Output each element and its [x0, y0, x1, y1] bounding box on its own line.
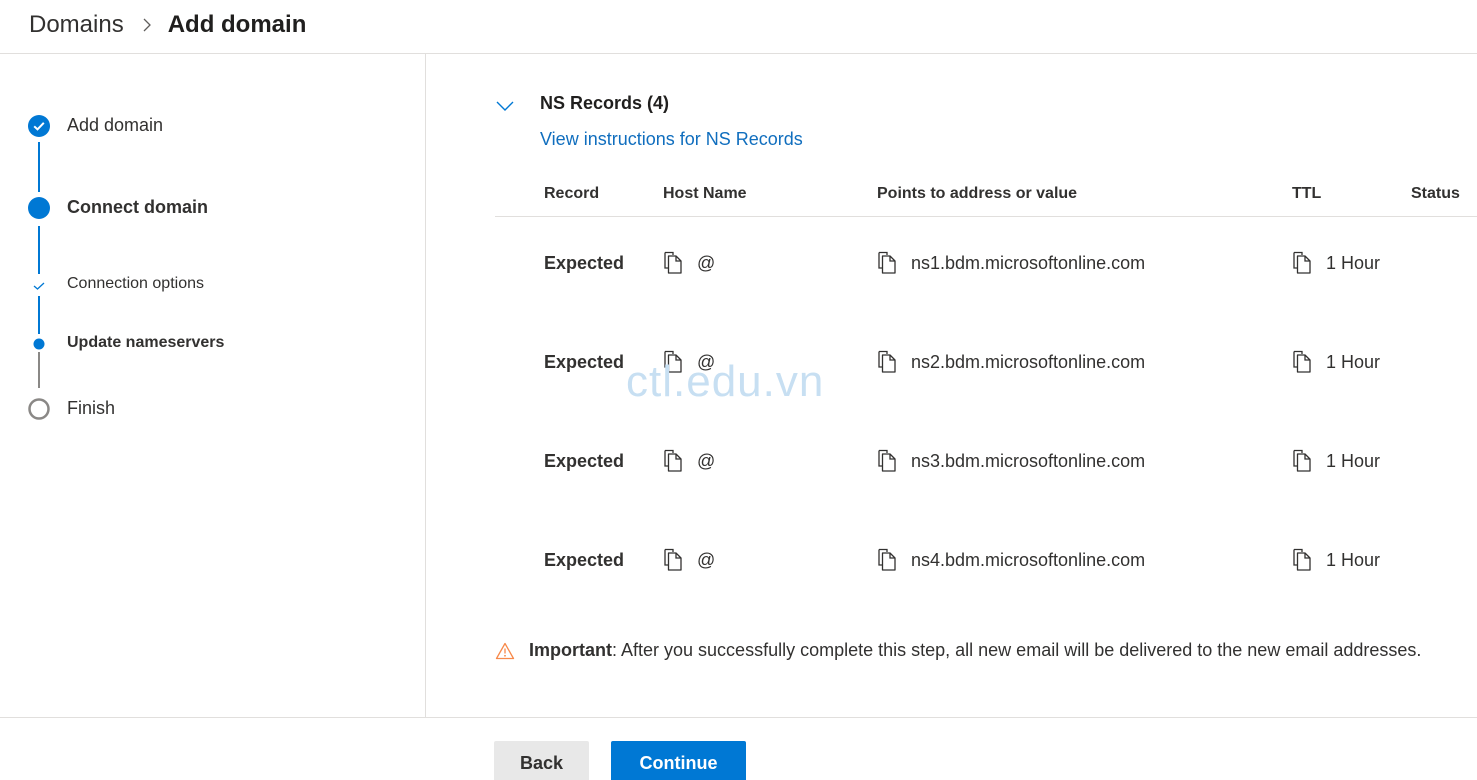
footer-divider	[0, 717, 1477, 718]
important-notice: Important: After you successfully comple…	[495, 640, 1421, 661]
table-row: Expected @ ns1.bdm.microsoftonline.com 1…	[495, 248, 1477, 347]
empty-circle-icon	[28, 398, 50, 420]
notice-label: Important	[529, 640, 612, 660]
check-circle-icon	[28, 115, 50, 137]
breadcrumb-domains-link[interactable]: Domains	[29, 11, 124, 39]
column-header-value: Points to address or value	[877, 185, 1078, 202]
cell-value-text: ns4.bdm.microsoftonline.com	[911, 549, 1146, 570]
cell-host-name: @	[663, 545, 715, 575]
cell-record-text: Expected	[544, 252, 625, 273]
step-connector	[38, 226, 40, 274]
cell-value-text: ns1.bdm.microsoftonline.com	[911, 252, 1146, 273]
cell-ttl: 1 Hour	[1292, 545, 1380, 575]
cell-record-text: Expected	[544, 351, 625, 372]
cell-host-name-text: @	[697, 549, 716, 570]
table-header: Record Host Name Points to address or va…	[495, 175, 1477, 217]
page-header: Domains Add domain	[0, 0, 1477, 54]
table-row: Expected @ ns3.bdm.microsoftonline.com 1…	[495, 446, 1477, 545]
copy-icon[interactable]	[663, 251, 685, 275]
column-header-ttl: TTL	[1292, 185, 1322, 202]
back-button[interactable]: Back	[494, 741, 589, 780]
cell-ttl-text: 1 Hour	[1326, 450, 1381, 471]
column-header-status: Status	[1411, 185, 1460, 202]
cell-record-text: Expected	[544, 549, 625, 570]
copy-icon[interactable]	[663, 548, 685, 572]
dot-icon	[33, 338, 45, 350]
cell-record: Expected	[544, 545, 624, 575]
step-connector	[38, 296, 40, 334]
chevron-down-icon[interactable]	[495, 99, 515, 113]
cell-host-name: @	[663, 347, 715, 377]
step-connector	[38, 352, 40, 388]
cell-ttl-text: 1 Hour	[1326, 549, 1381, 570]
cell-value: ns2.bdm.microsoftonline.com	[877, 347, 1145, 377]
cell-record: Expected	[544, 248, 624, 278]
main-content: NS Records (4) View instructions for NS …	[427, 55, 1477, 717]
cell-ttl: 1 Hour	[1292, 347, 1380, 377]
step-label: Add domain	[67, 115, 164, 135]
cell-record: Expected	[544, 347, 624, 377]
check-icon	[33, 282, 45, 290]
column-header-host-name: Host Name	[663, 185, 747, 202]
cell-value: ns3.bdm.microsoftonline.com	[877, 446, 1145, 476]
table-row: Expected @ ns4.bdm.microsoftonline.com 1…	[495, 545, 1477, 644]
cell-ttl-text: 1 Hour	[1326, 252, 1381, 273]
section-title[interactable]: NS Records (4)	[540, 93, 669, 114]
column-header-record: Record	[544, 185, 600, 202]
step-label: Update nameservers	[67, 334, 225, 351]
copy-icon[interactable]	[877, 449, 899, 473]
cell-host-name-text: @	[697, 351, 716, 372]
notice-text: : After you successfully complete this s…	[612, 640, 1422, 660]
filled-circle-icon	[28, 197, 50, 219]
copy-icon[interactable]	[1292, 350, 1314, 374]
cell-ttl-text: 1 Hour	[1326, 351, 1381, 372]
cell-host-name-text: @	[697, 450, 716, 471]
cell-record: Expected	[544, 446, 624, 476]
copy-icon[interactable]	[1292, 449, 1314, 473]
continue-button[interactable]: Continue	[611, 741, 746, 780]
cell-value: ns4.bdm.microsoftonline.com	[877, 545, 1145, 575]
cell-value-text: ns3.bdm.microsoftonline.com	[911, 450, 1146, 471]
cell-record-text: Expected	[544, 450, 625, 471]
step-label: Connect domain	[67, 197, 209, 217]
copy-icon[interactable]	[877, 251, 899, 275]
cell-host-name: @	[663, 248, 715, 278]
warning-icon	[495, 642, 515, 659]
cell-value-text: ns2.bdm.microsoftonline.com	[911, 351, 1146, 372]
chevron-right-icon	[143, 18, 151, 32]
step-label: Finish	[67, 398, 116, 418]
step-connector	[38, 142, 40, 192]
wizard-stepper: Add domain Connect domain Connection opt…	[0, 54, 426, 717]
copy-icon[interactable]	[1292, 548, 1314, 572]
copy-icon[interactable]	[877, 350, 899, 374]
cell-host-name: @	[663, 446, 715, 476]
breadcrumb: Domains Add domain	[29, 8, 306, 42]
copy-icon[interactable]	[663, 350, 685, 374]
table-row: Expected @ ns2.bdm.microsoftonline.com 1…	[495, 347, 1477, 446]
view-instructions-link[interactable]: View instructions for NS Records	[540, 129, 803, 150]
step-label: Connection options	[67, 275, 204, 292]
copy-icon[interactable]	[663, 449, 685, 473]
cell-value: ns1.bdm.microsoftonline.com	[877, 248, 1145, 278]
cell-host-name-text: @	[697, 252, 716, 273]
copy-icon[interactable]	[1292, 251, 1314, 275]
cell-ttl: 1 Hour	[1292, 446, 1380, 476]
breadcrumb-current: Add domain	[167, 11, 307, 38]
cell-ttl: 1 Hour	[1292, 248, 1380, 278]
copy-icon[interactable]	[877, 548, 899, 572]
